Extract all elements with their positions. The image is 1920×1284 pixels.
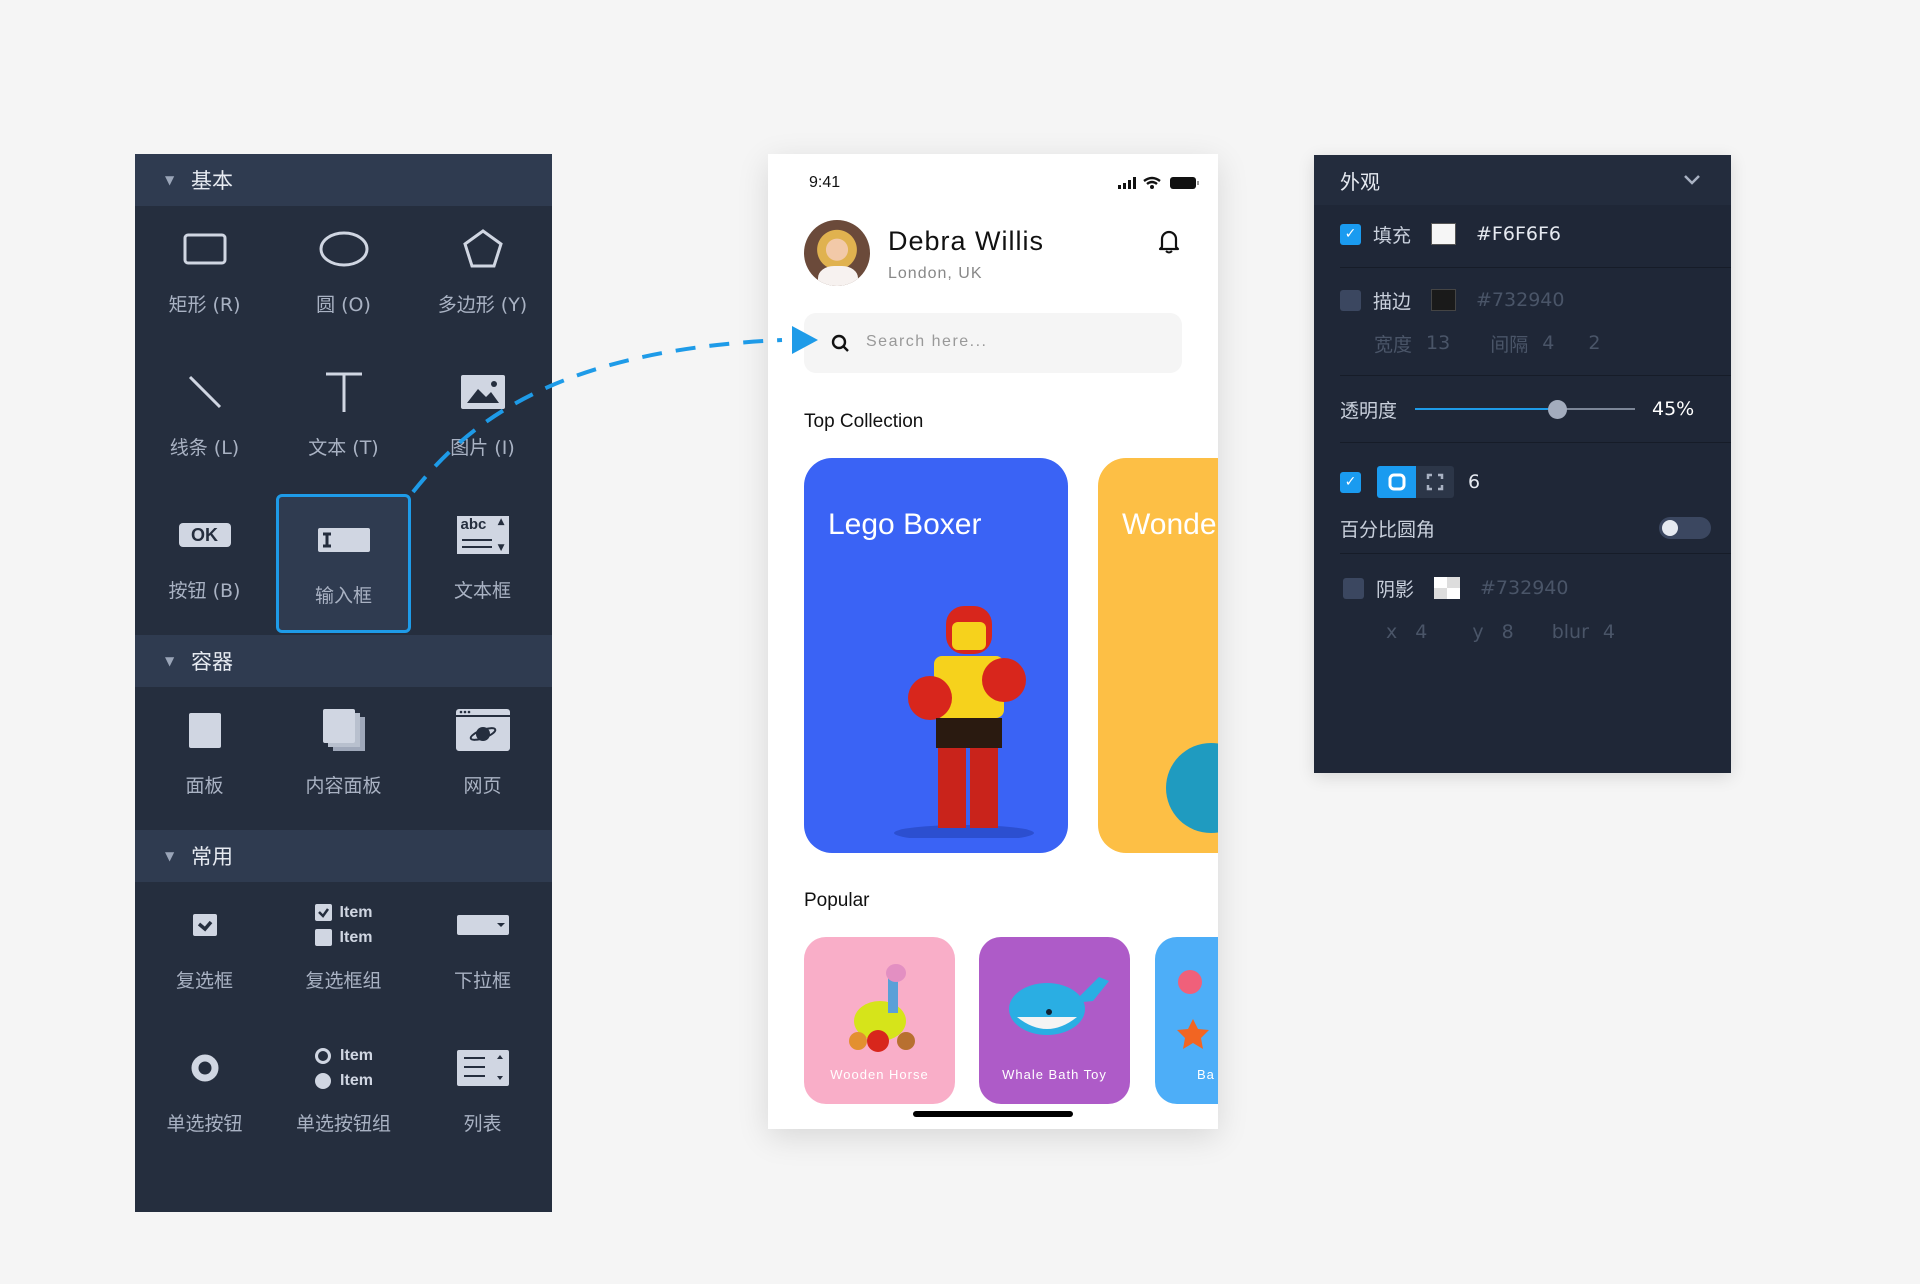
drag-connector-line	[411, 326, 818, 494]
arrow-head-icon	[792, 326, 818, 354]
